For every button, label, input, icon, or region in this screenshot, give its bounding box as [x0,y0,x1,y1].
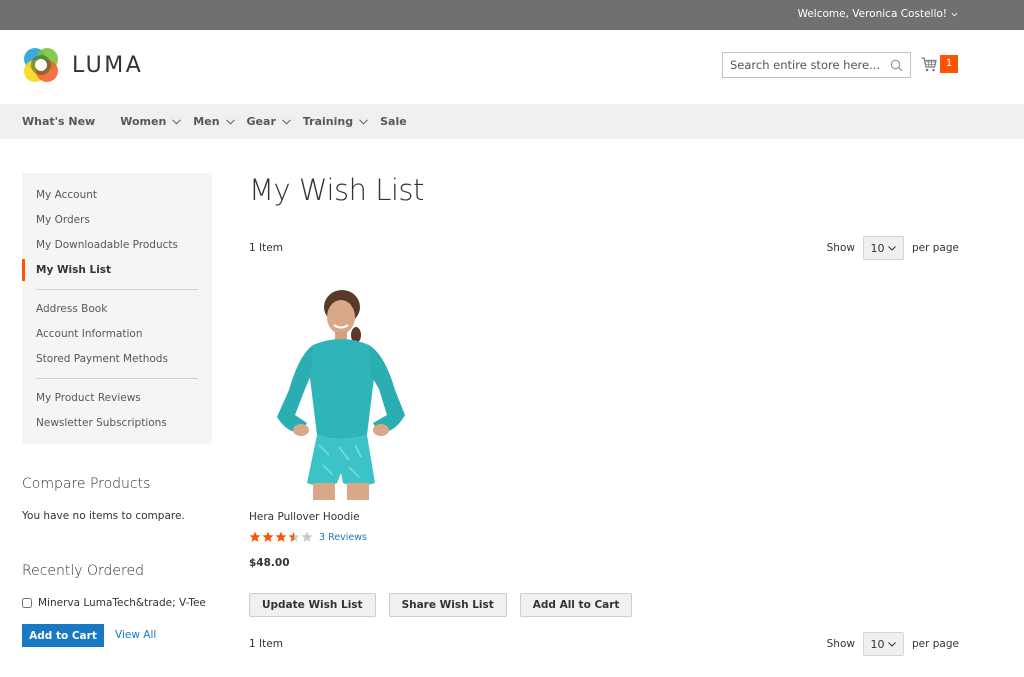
limiter-select[interactable]: 10 [862,236,904,260]
recently-ordered-item-name: Minerva LumaTech&trade; V-Tee [38,597,206,609]
add-to-cart-button[interactable]: Add to Cart [22,624,104,647]
limiter: Show 10 per page [827,236,959,260]
limiter: Show 10 per page [827,632,959,656]
product-price: $48.00 [249,557,290,569]
nav-item-men[interactable]: Men [193,115,235,128]
sidebar-item-my-orders[interactable]: My Orders [22,208,212,233]
welcome-text: Welcome, Veronica Costello! [797,8,947,20]
recently-ordered-checkbox[interactable] [22,598,32,608]
view-all-link[interactable]: View All [115,629,156,641]
limiter-show-label: Show [826,638,855,650]
nav-item-sale[interactable]: Sale [380,115,407,128]
share-wish-list-button[interactable]: Share Wish List [388,593,507,617]
star-icon [275,531,287,542]
limiter-value: 10 [870,637,885,651]
recently-ordered-title: Recently Ordered [22,563,144,579]
wishlist-product-item [249,285,409,500]
chevron-down-icon [225,118,235,125]
recently-ordered-item[interactable]: Minerva LumaTech&trade; V-Tee [22,597,206,609]
account-navigation: My Account My Orders My Downloadable Pro… [22,173,212,444]
customer-welcome-menu[interactable]: Welcome, Veronica Costello! [798,8,958,20]
add-all-to-cart-button[interactable]: Add All to Cart [519,593,633,617]
toolbar-amount: 1 Item [249,242,283,254]
chevron-down-icon [888,641,897,647]
divider [36,289,198,290]
nav-label: Training [302,115,354,128]
header: LUMA 1 [0,30,1024,104]
limiter-per-page-label: per page [911,638,959,650]
nav-label: What's New [22,115,96,128]
limiter-select[interactable]: 10 [862,632,904,656]
minicart[interactable]: 1 [921,55,958,73]
star-icon [262,531,274,542]
nav-item-gear[interactable]: Gear [247,115,291,128]
nav-item-women[interactable]: Women [120,115,182,128]
compare-empty-text: You have no items to compare. [22,510,185,522]
star-icon [301,531,313,542]
sidebar-item-my-wish-list[interactable]: My Wish List [22,258,212,283]
logo[interactable]: LUMA [22,46,143,84]
star-icon [249,531,261,542]
search-input[interactable] [730,58,880,72]
nav-item-whats-new[interactable]: What's New [22,115,95,128]
sidebar-item-my-product-reviews[interactable]: My Product Reviews [22,386,212,411]
sidebar-item-my-account[interactable]: My Account [22,183,212,208]
limiter-value: 10 [870,241,885,255]
product-name-link[interactable]: Hera Pullover Hoodie [249,511,360,523]
chevron-down-icon [951,12,958,16]
top-bar: Welcome, Veronica Costello! [0,0,1024,30]
cart-count-badge: 1 [940,55,958,73]
sidebar-item-account-information[interactable]: Account Information [22,322,212,347]
logo-text: LUMA [72,52,144,78]
toolbar-amount: 1 Item [249,638,283,650]
sidebar-item-stored-payment-methods[interactable]: Stored Payment Methods [22,347,212,372]
nav-label: Men [193,115,220,128]
page-title: My Wish List [249,173,424,207]
sidebar-item-my-downloadable-products[interactable]: My Downloadable Products [22,233,212,258]
divider [36,378,198,379]
wishlist-actions: Update Wish List Share Wish List Add All… [249,593,633,617]
product-image[interactable] [249,285,409,500]
reviews-link[interactable]: 3 Reviews [319,532,367,543]
limiter-per-page-label: per page [911,242,959,254]
sidebar-item-newsletter-subscriptions[interactable]: Newsletter Subscriptions [22,411,212,436]
chevron-down-icon [359,118,368,125]
limiter-show-label: Show [826,242,855,254]
search-box [722,52,911,78]
wishlist-toolbar-bottom: 1 Item Show 10 per page [249,632,959,656]
main-navigation: What's New Women Men Gear Training Sale [0,104,1024,139]
nav-label: Sale [380,115,407,128]
chevron-down-icon [888,245,897,251]
rating-stars [249,531,313,543]
luma-logo-icon [24,48,58,82]
star-icon [288,531,300,542]
cart-icon [921,56,937,71]
chevron-down-icon [282,118,291,125]
compare-products-title: Compare Products [22,476,151,492]
wishlist-toolbar-top: 1 Item Show 10 per page [249,236,959,260]
nav-label: Women [120,115,167,128]
chevron-down-icon [172,118,182,125]
nav-label: Gear [246,115,276,128]
sidebar-item-address-book[interactable]: Address Book [22,297,212,322]
nav-item-training[interactable]: Training [303,115,368,128]
search-icon[interactable] [890,59,903,72]
update-wish-list-button[interactable]: Update Wish List [249,593,376,617]
product-rating: 3 Reviews [249,531,367,543]
